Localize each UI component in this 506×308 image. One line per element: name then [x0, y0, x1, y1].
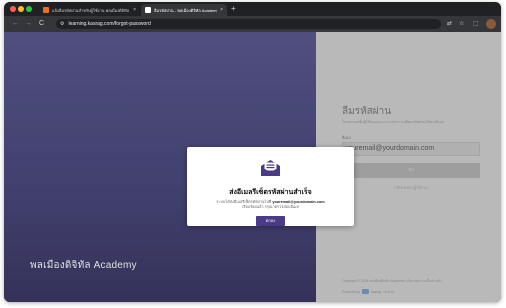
address-bar[interactable]: ⚙ learning.kasrag.com/forgot-password	[56, 19, 441, 29]
close-tab-icon[interactable]: ×	[133, 7, 136, 13]
extensions-icon[interactable]: ⬚	[473, 20, 479, 28]
envelope-icon	[261, 160, 280, 176]
back-button[interactable]: ←	[12, 20, 19, 28]
page-content: พลเมืองดิจิทัล Academy ลืมรหัสผ่าน โปรดก…	[4, 32, 501, 302]
translate-icon[interactable]: ⇄	[447, 20, 452, 28]
site-info-icon[interactable]: ⚙	[60, 21, 64, 27]
bookmark-star-icon[interactable]: ☆	[459, 20, 464, 28]
success-dialog: ส่งอีเมลรีเซ็ตรหัสผ่านสำเร็จ ระบบได้ส่งอ…	[187, 147, 354, 226]
tab-strip: แจ้งลืมรหัสผ่านสำหรับผู้ใช้งาน พลเมืองดิ…	[4, 2, 501, 16]
profile-avatar[interactable]	[486, 19, 496, 29]
tab-title: ลืมรหัสผ่าน - พลเมืองดิจิทัล Academy	[154, 7, 218, 13]
dialog-message: ระบบได้ส่งอีเมลรีเซ็ตรหัสผ่านไปที่ youre…	[199, 200, 342, 210]
dialog-message-prefix: ระบบได้ส่งอีเมลรีเซ็ตรหัสผ่านไปที่	[216, 200, 272, 204]
url-text[interactable]: learning.kasrag.com/forgot-password	[68, 21, 150, 27]
tab-title: แจ้งลืมรหัสผ่านสำหรับผู้ใช้งาน พลเมืองดิ…	[52, 7, 130, 13]
maximize-window-button[interactable]	[26, 6, 32, 12]
site-favicon-icon	[43, 7, 49, 13]
forward-button[interactable]: →	[25, 20, 32, 28]
new-tab-button[interactable]: +	[231, 5, 236, 13]
dialog-title: ส่งอีเมลรีเซ็ตรหัสผ่านสำเร็จ	[229, 189, 312, 196]
dialog-email: youremail@yourdomain.com	[272, 200, 325, 204]
browser-toolbar: ← → C ⚙ learning.kasrag.com/forgot-passw…	[4, 16, 501, 32]
dialog-message-suffix: เรียบร้อยแล้ว กรุณาตรวจสอบอีเมล	[242, 205, 299, 209]
ok-button[interactable]: ตกลง	[256, 216, 285, 226]
minimize-window-button[interactable]	[18, 6, 24, 12]
tab-forgot-password-info[interactable]: แจ้งลืมรหัสผ่านสำหรับผู้ใช้งาน พลเมืองดิ…	[39, 4, 140, 16]
close-tab-icon[interactable]: ×	[220, 7, 223, 13]
close-window-button[interactable]	[10, 6, 16, 12]
browser-window: แจ้งลืมรหัสผ่านสำหรับผู้ใช้งาน พลเมืองดิ…	[4, 2, 501, 302]
tab-forgot-password-active[interactable]: ลืมรหัสผ่าน - พลเมืองดิจิทัล Academy ×	[141, 4, 227, 16]
reload-button[interactable]: C	[39, 20, 44, 28]
site-favicon-icon	[145, 7, 151, 13]
